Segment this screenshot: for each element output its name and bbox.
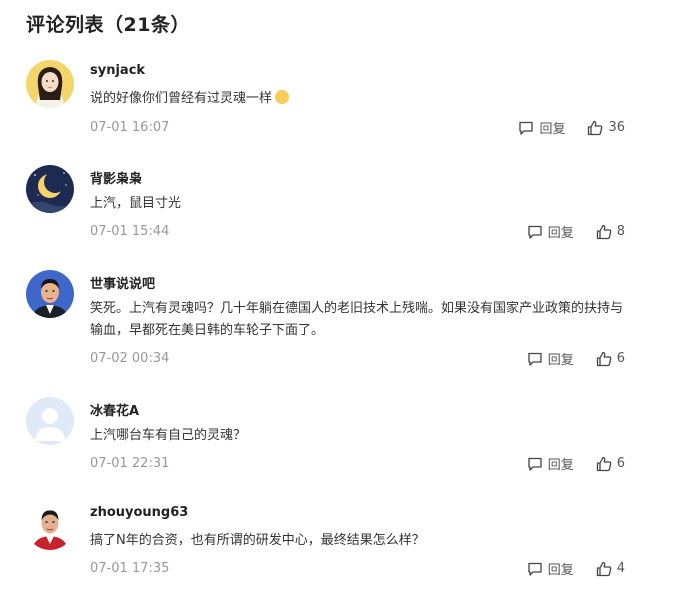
comment-time: 07-02 00:34	[90, 351, 170, 366]
avatar[interactable]	[26, 60, 74, 108]
comment-bubble-icon	[519, 121, 534, 135]
avatar[interactable]	[26, 502, 74, 550]
reply-label: 回复	[547, 353, 574, 368]
avatar[interactable]	[26, 270, 74, 318]
comment-actions: 回复 8	[527, 222, 625, 241]
like-button[interactable]: 8	[596, 224, 625, 240]
comment-time: 07-01 15:44	[90, 224, 170, 239]
comment-item: 背影枭枭 上汽，鼠目寸光 07-01 15:44 回复 8	[0, 165, 682, 265]
like-count: 4	[616, 561, 625, 576]
comment-list-title: 评论列表（21条）	[26, 14, 190, 36]
comment-bubble-icon	[528, 225, 542, 239]
username[interactable]: 背影枭枭	[90, 168, 142, 187]
reply-button[interactable]: 回复	[527, 222, 574, 241]
smile-emoji-icon	[275, 90, 290, 104]
comment-bubble-icon	[528, 457, 542, 471]
reply-button[interactable]: 回复	[527, 349, 574, 368]
comment-item: zhouyoung63 搞了N年的合资，也有所谓的研发中心，最终结果怎么样？ 0…	[0, 502, 682, 602]
comment-time: 07-01 22:31	[90, 456, 170, 471]
comment-bubble-icon	[528, 562, 542, 576]
reply-button[interactable]: 回复	[527, 454, 574, 473]
comment-text: 搞了N年的合资，也有所谓的研发中心，最终结果怎么样？	[90, 533, 425, 548]
comment-bubble-icon	[528, 352, 542, 366]
avatar[interactable]	[26, 397, 74, 445]
comment-text: 上汽哪台车有自己的灵魂？	[90, 428, 247, 443]
like-count: 6	[616, 456, 625, 471]
thumbs-up-icon	[596, 224, 612, 239]
username[interactable]: 冰春花A	[90, 400, 139, 419]
like-button[interactable]: 4	[596, 561, 625, 577]
reply-button[interactable]: 回复	[518, 118, 565, 137]
like-count: 8	[616, 224, 625, 239]
comment-actions: 回复 36	[518, 118, 625, 137]
comment-actions: 回复 6	[527, 349, 625, 368]
comment-actions: 回复 4	[527, 559, 625, 578]
reply-label: 回复	[547, 458, 574, 473]
thumbs-up-icon	[596, 561, 612, 576]
username[interactable]: synjack	[90, 63, 145, 78]
thumbs-up-icon	[588, 120, 603, 135]
thumbs-up-icon	[596, 456, 612, 471]
comment-time: 07-01 17:35	[90, 561, 170, 576]
like-button[interactable]: 6	[596, 456, 625, 472]
comment-text: 上汽，鼠目寸光	[90, 196, 182, 211]
comment-text: 说的好像你们曾经有过灵魂一样	[90, 88, 630, 110]
username[interactable]: zhouyoung63	[90, 505, 188, 520]
reply-label: 回复	[547, 563, 574, 578]
comment-actions: 回复 6	[527, 454, 625, 473]
like-button[interactable]: 36	[587, 120, 625, 136]
reply-label: 回复	[539, 122, 566, 137]
comment-item: synjack 说的好像你们曾经有过灵魂一样 07-01 16:07 回复 36	[0, 60, 682, 160]
thumbs-up-icon	[596, 351, 612, 366]
comment-item: 冰春花A 上汽哪台车有自己的灵魂？ 07-01 22:31 回复 6	[0, 397, 682, 497]
comment-item: 世事说说吧 笑死。上汽有灵魂吗？几十年躺在德国人的老旧技术上残喘。如果没有国家产…	[0, 270, 682, 370]
like-button[interactable]: 6	[596, 351, 625, 367]
like-count: 36	[608, 120, 625, 135]
reply-button[interactable]: 回复	[527, 559, 574, 578]
avatar[interactable]	[26, 165, 74, 213]
comment-text: 笑死。上汽有灵魂吗？几十年躺在德国人的老旧技术上残喘。如果没有国家产业政策的扶持…	[90, 301, 624, 338]
comment-time: 07-01 16:07	[90, 120, 170, 135]
reply-label: 回复	[547, 226, 574, 241]
username[interactable]: 世事说说吧	[90, 273, 155, 292]
like-count: 6	[616, 351, 625, 366]
